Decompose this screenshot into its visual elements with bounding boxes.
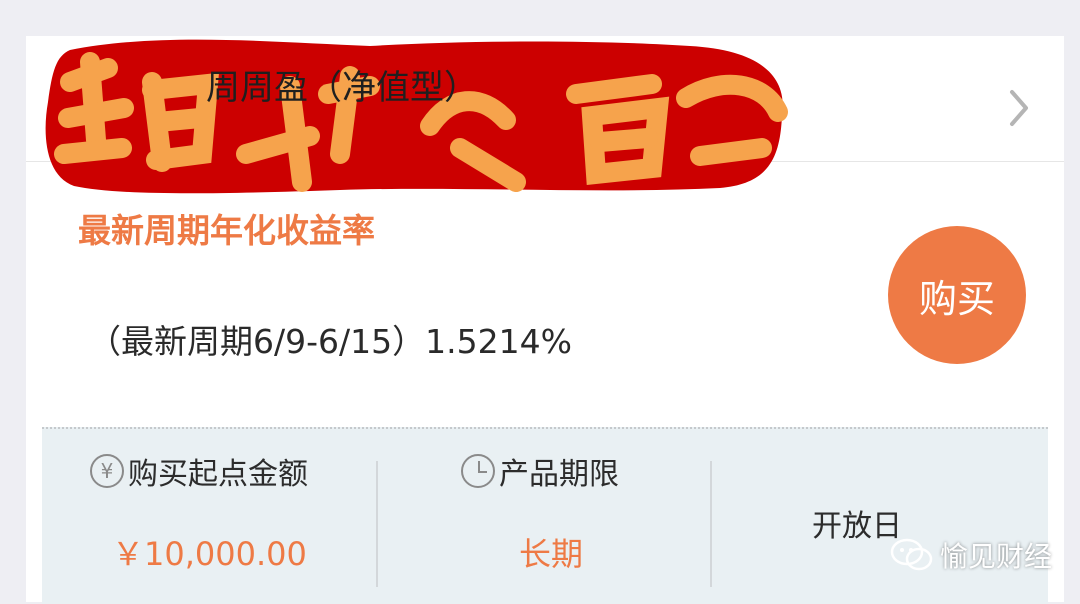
min-amount-value: ￥10,000.00 bbox=[112, 535, 307, 573]
watermark-text: 愉见财经 bbox=[940, 540, 1053, 573]
product-info-bar: ¥ 购买起点金额 ￥10,000.00 产品期限 长期 开放日 bbox=[42, 427, 1048, 604]
divider bbox=[710, 461, 712, 587]
buy-button[interactable]: 购买 bbox=[888, 226, 1026, 364]
min-amount-title: ¥ 购买起点金额 bbox=[90, 449, 308, 493]
product-name: 周周盈（净值型） bbox=[206, 68, 478, 108]
product-card: 周周盈（净值型） 最新周期年化收益率 （最新周期6/9-6/15）1.5214%… bbox=[26, 36, 1064, 604]
yield-value: （最新周期6/9-6/15）1.5214% bbox=[88, 322, 572, 361]
watermark: 愉见财经 bbox=[890, 535, 1052, 575]
open-day-label: 开放日 bbox=[812, 509, 902, 544]
divider bbox=[376, 461, 378, 587]
yen-circle-icon: ¥ bbox=[90, 454, 124, 488]
term-value: 长期 bbox=[519, 535, 584, 573]
product-header[interactable]: 周周盈（净值型） bbox=[26, 36, 1064, 194]
min-amount-title-text: 购买起点金额 bbox=[128, 457, 308, 492]
chevron-right-icon[interactable] bbox=[1004, 86, 1034, 130]
clock-icon bbox=[461, 454, 495, 488]
wechat-icon bbox=[890, 538, 933, 571]
term-title-text: 产品期限 bbox=[499, 457, 619, 492]
term-title: 产品期限 bbox=[461, 449, 619, 493]
yield-label: 最新周期年化收益率 bbox=[78, 211, 375, 250]
